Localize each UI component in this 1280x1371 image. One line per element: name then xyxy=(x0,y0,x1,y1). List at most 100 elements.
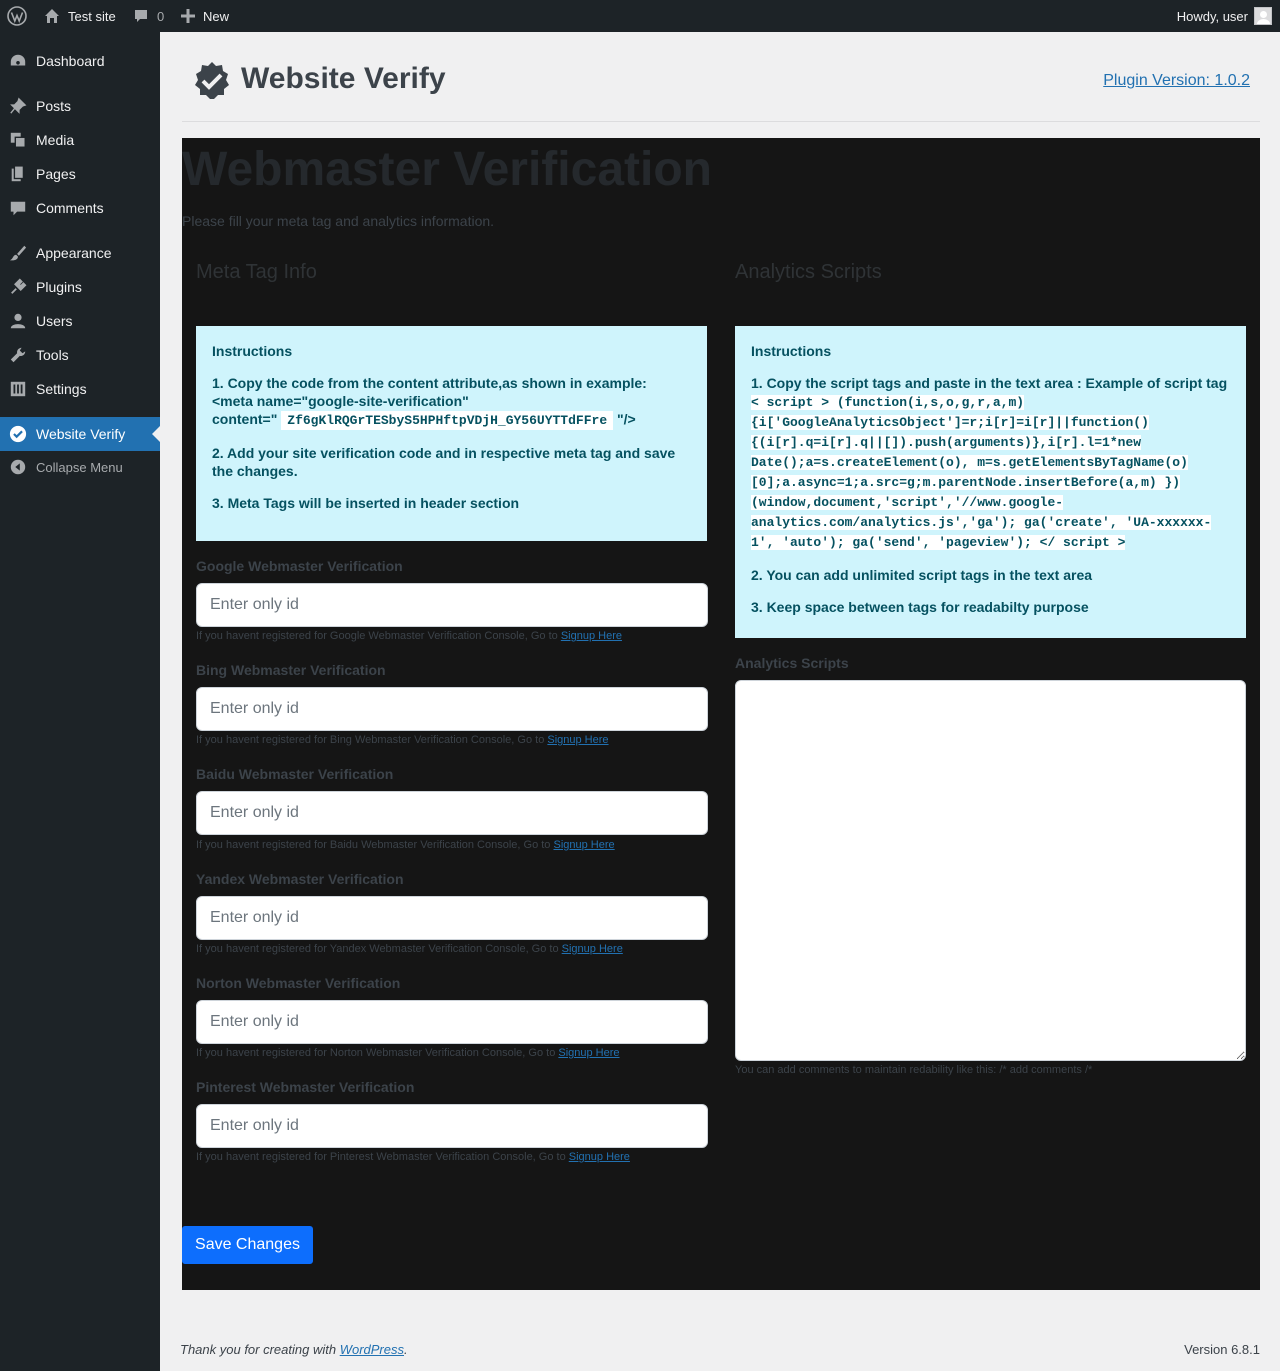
example-script-code: < script > (function(i,s,o,g,r,a,m){i['G… xyxy=(751,395,1212,550)
sidebar-item-posts[interactable]: Posts xyxy=(0,89,160,123)
pin-icon xyxy=(0,97,36,115)
baidu-verification-label: Baidu Webmaster Verification xyxy=(196,766,394,782)
sidebar-item-settings[interactable]: Settings xyxy=(0,372,160,406)
comment-icon xyxy=(133,8,149,24)
sidebar-item-label: Appearance xyxy=(36,245,112,261)
sidebar-item-tools[interactable]: Tools xyxy=(0,338,160,372)
norton-verification-label: Norton Webmaster Verification xyxy=(196,975,401,991)
admin-bar: Test site 0 New Howdy, user xyxy=(0,0,1280,32)
footer-thanks: Thank you for creating with WordPress. xyxy=(180,1342,408,1357)
sidebar-item-label: Dashboard xyxy=(36,53,105,69)
sidebar-item-label: Settings xyxy=(36,381,87,397)
sidebar-item-comments[interactable]: Comments xyxy=(0,191,160,225)
sidebar-item-appearance[interactable]: Appearance xyxy=(0,236,160,270)
plug-icon xyxy=(0,278,36,296)
avatar xyxy=(1254,7,1272,25)
admin-sidebar: Dashboard Posts Media Pages Comments App… xyxy=(0,32,160,1371)
page-title: Website Verify xyxy=(241,62,446,95)
yandex-verification-input[interactable] xyxy=(196,896,708,940)
norton-verification-help: If you havent registered for Norton Webm… xyxy=(196,1047,620,1059)
new-label: New xyxy=(203,8,230,24)
instruction-step-2: 2. Add your site verification code and i… xyxy=(212,445,676,479)
comments-link[interactable]: 0 xyxy=(133,0,164,32)
pinterest-verification-label: Pinterest Webmaster Verification xyxy=(196,1079,415,1095)
google-signup-link[interactable]: Signup Here xyxy=(561,630,622,642)
wordpress-logo-icon[interactable] xyxy=(7,0,27,32)
panel-title: Webmaster Verification xyxy=(182,143,712,196)
bing-signup-link[interactable]: Signup Here xyxy=(547,734,608,746)
yandex-verification-label: Yandex Webmaster Verification xyxy=(196,871,404,887)
sidebar-item-label: Media xyxy=(36,132,75,148)
instruction-step-2: 2. You can add unlimited script tags in … xyxy=(751,567,1093,583)
wordpress-link[interactable]: WordPress xyxy=(340,1342,404,1357)
sidebar-item-label: Collapse Menu xyxy=(36,459,123,475)
sidebar-item-media[interactable]: Media xyxy=(0,123,160,157)
example-code: Zf6gKlRQGrTESbyS5HPHftpVDjH_GY56UYTTdFFr… xyxy=(281,411,614,430)
sidebar-item-label: Tools xyxy=(36,347,69,363)
user-icon xyxy=(0,312,36,330)
sidebar-item-users[interactable]: Users xyxy=(0,304,160,338)
plugin-version-link[interactable]: Plugin Version: 1.0.2 xyxy=(1103,72,1250,90)
plus-icon xyxy=(181,9,195,23)
analytics-scripts-help: You can add comments to maintain redabil… xyxy=(735,1064,1093,1076)
howdy-text: Howdy, user xyxy=(1176,8,1248,24)
site-name: Test site xyxy=(68,8,116,24)
instruction-step-1: 1. Copy the code from the content attrib… xyxy=(212,375,647,430)
bing-verification-help: If you havent registered for Bing Webmas… xyxy=(196,734,609,746)
my-account-link[interactable]: Howdy, user xyxy=(1177,0,1272,32)
instructions-heading: Instructions xyxy=(212,343,293,359)
yandex-verification-help: If you havent registered for Yandex Webm… xyxy=(196,943,623,955)
home-icon xyxy=(44,8,60,24)
dashboard-icon xyxy=(0,52,36,70)
bing-verification-input[interactable] xyxy=(196,687,708,731)
sidebar-item-label: Comments xyxy=(36,200,104,216)
settings-icon xyxy=(0,380,36,398)
sidebar-item-plugins[interactable]: Plugins xyxy=(0,270,160,304)
instructions-heading: Instructions xyxy=(751,343,832,359)
verified-badge-icon xyxy=(0,425,36,443)
pages-icon xyxy=(0,165,36,183)
analytics-instructions-box: Instructions 1. Copy the script tags and… xyxy=(735,326,1246,638)
meta-instructions-box: Instructions 1. Copy the code from the c… xyxy=(196,326,707,541)
google-verification-help: If you havent registered for Google Webm… xyxy=(196,630,622,642)
analytics-scripts-label: Analytics Scripts xyxy=(735,655,849,671)
media-icon xyxy=(0,131,36,149)
site-name-link[interactable]: Test site xyxy=(44,0,116,32)
save-changes-button[interactable]: Save Changes xyxy=(182,1226,313,1264)
sidebar-item-dashboard[interactable]: Dashboard xyxy=(0,44,160,78)
instruction-step-3: 3. Keep space between tags for readabilt… xyxy=(751,599,1089,615)
sidebar-item-website-verify[interactable]: Website Verify xyxy=(0,417,160,451)
verification-panel: Webmaster Verification Please fill your … xyxy=(182,138,1260,1290)
collapse-icon xyxy=(0,458,36,476)
wrench-icon xyxy=(0,346,36,364)
norton-verification-input[interactable] xyxy=(196,1000,708,1044)
baidu-signup-link[interactable]: Signup Here xyxy=(554,839,615,851)
sidebar-item-label: Users xyxy=(36,313,73,329)
norton-signup-link[interactable]: Signup Here xyxy=(558,1047,619,1059)
instruction-step-3: 3. Meta Tags will be inserted in header … xyxy=(212,495,520,511)
google-verification-input[interactable] xyxy=(196,583,708,627)
instruction-step-1: 1. Copy the script tags and paste in the… xyxy=(751,375,1228,550)
collapse-menu-button[interactable]: Collapse Menu xyxy=(0,450,160,484)
pinterest-verification-help: If you havent registered for Pinterest W… xyxy=(196,1151,630,1163)
analytics-scripts-textarea[interactable] xyxy=(735,680,1246,1061)
sidebar-item-label: Plugins xyxy=(36,279,82,295)
new-content-link[interactable]: New xyxy=(181,0,229,32)
bing-verification-label: Bing Webmaster Verification xyxy=(196,662,386,678)
verified-badge-icon xyxy=(191,60,233,102)
sidebar-item-label: Posts xyxy=(36,98,72,114)
baidu-verification-input[interactable] xyxy=(196,791,708,835)
plugin-header: Website Verify Plugin Version: 1.0.2 xyxy=(182,32,1260,122)
analytics-column-title: Analytics Scripts xyxy=(735,261,882,283)
pinterest-verification-input[interactable] xyxy=(196,1104,708,1148)
baidu-verification-help: If you havent registered for Baidu Webma… xyxy=(196,839,615,851)
brush-icon xyxy=(0,244,36,262)
footer-version: Version 6.8.1 xyxy=(1184,1342,1260,1357)
pinterest-signup-link[interactable]: Signup Here xyxy=(569,1151,630,1163)
sidebar-item-pages[interactable]: Pages xyxy=(0,157,160,191)
comments-count: 0 xyxy=(157,8,165,24)
yandex-signup-link[interactable]: Signup Here xyxy=(562,943,623,955)
sidebar-item-label: Website Verify xyxy=(36,426,126,442)
sidebar-item-label: Pages xyxy=(36,166,76,182)
meta-column-title: Meta Tag Info xyxy=(196,261,317,283)
